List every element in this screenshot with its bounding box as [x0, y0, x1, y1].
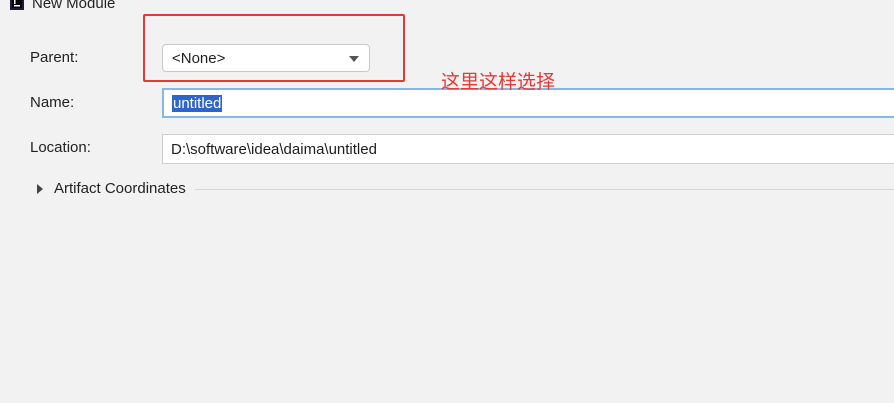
artifact-coordinates-section[interactable]: Artifact Coordinates [37, 180, 894, 197]
section-divider [194, 189, 894, 190]
intellij-app-icon [10, 0, 24, 10]
window-title-bar: New Module [0, 0, 115, 14]
artifact-coordinates-label[interactable]: Artifact Coordinates [54, 180, 186, 197]
location-input-value: D:\software\idea\daima\untitled [171, 140, 377, 158]
location-label: Location: [30, 139, 91, 156]
expand-triangle-icon[interactable] [37, 183, 43, 194]
annotation-text: 这里这样选择 [441, 71, 556, 93]
location-input[interactable]: D:\software\idea\daima\untitled [162, 134, 894, 164]
parent-label: Parent: [30, 49, 79, 66]
name-input-value: untitled [172, 94, 223, 112]
window-title: New Module [32, 0, 116, 12]
name-label: Name: [30, 94, 75, 111]
annotation-highlight-box [143, 14, 405, 82]
